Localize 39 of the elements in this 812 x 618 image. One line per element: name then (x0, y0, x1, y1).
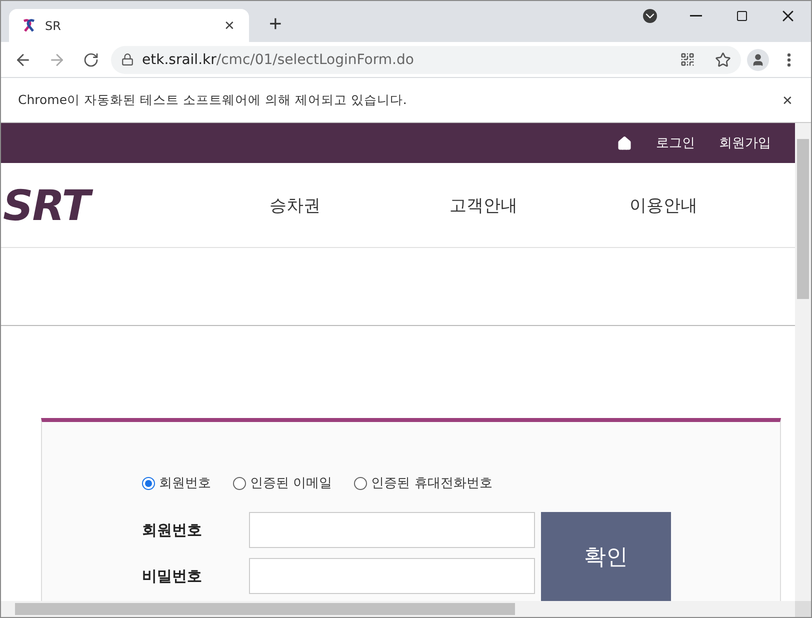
bookmark-star-icon[interactable] (715, 52, 731, 68)
login-method-option[interactable]: 인증된 휴대전화번호 (354, 474, 492, 492)
radio-button[interactable] (354, 476, 368, 490)
tab-close-button[interactable]: ✕ (220, 18, 239, 33)
new-tab-button[interactable]: + (263, 10, 288, 38)
utility-link[interactable]: 회원가입 (719, 134, 771, 152)
field-label: 회원번호 (142, 520, 203, 540)
infobar-close-button[interactable]: ✕ (778, 92, 797, 108)
site-logo-icon (21, 18, 37, 34)
nav-link[interactable]: 이용안내 (595, 194, 776, 216)
login-method-option[interactable]: 인증된 이메일 (233, 474, 332, 492)
address-bar[interactable]: etk.srail.kr/cmc/01/selectLoginForm.do (111, 46, 741, 74)
minimize-icon (690, 15, 702, 17)
dropdown-icon (643, 9, 657, 23)
url-text: etk.srail.kr/cmc/01/selectLoginForm.do (142, 52, 415, 68)
browser-tab[interactable]: SR ✕ (9, 9, 249, 42)
menu-icon (787, 52, 791, 66)
maximize-icon (736, 10, 748, 22)
profile-avatar[interactable] (747, 48, 769, 70)
field-label: 비밀번호 (142, 566, 203, 586)
qr-code-icon[interactable] (680, 52, 695, 67)
nav-link[interactable]: 고객안내 (415, 194, 596, 216)
login-method-option[interactable]: 회원번호 (142, 474, 211, 492)
horizontal-scrollbar[interactable] (1, 601, 795, 617)
home-icon[interactable] (617, 136, 632, 150)
lock-icon (121, 53, 134, 66)
input-field[interactable] (249, 512, 535, 548)
utility-link[interactable]: 로그인 (656, 134, 695, 152)
automation-notice: Chrome이 자동화된 테스트 소프트웨어에 의해 제어되고 있습니다. (18, 92, 408, 108)
radio-button[interactable] (233, 476, 246, 490)
vertical-scrollbar[interactable] (795, 123, 811, 601)
radio-button[interactable] (142, 476, 155, 490)
nav-link[interactable]: 승차권 (235, 194, 416, 216)
confirm-button[interactable]: 확인 (541, 512, 671, 601)
reload-icon (83, 52, 99, 68)
scrollbar-corner (795, 601, 811, 617)
input-field[interactable] (249, 558, 535, 594)
srt-logo: SRT (3, 180, 96, 230)
tab-title: SR (45, 18, 62, 32)
